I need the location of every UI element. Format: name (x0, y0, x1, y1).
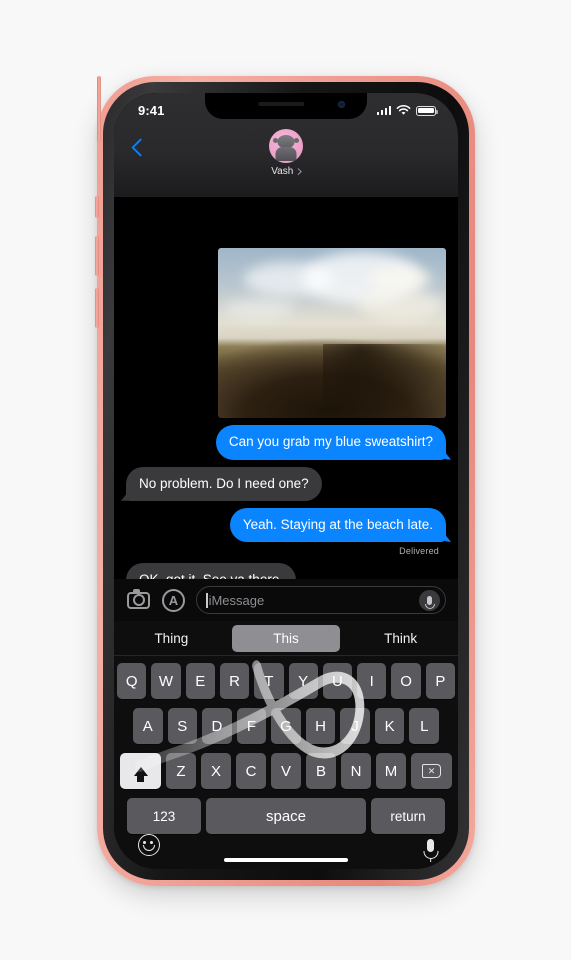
keyboard-row-2: A S D F G H J K L (117, 708, 455, 744)
app-store-icon: A (162, 588, 185, 612)
predictive-text-bar[interactable]: Thing This Think (114, 621, 458, 656)
app-store-button[interactable]: A (161, 588, 186, 613)
dune-shadow (322, 343, 446, 419)
key-f[interactable]: F (236, 708, 267, 744)
key-p[interactable]: P (425, 663, 455, 699)
key-i[interactable]: I (357, 663, 387, 699)
prediction-candidate-2[interactable]: Think (346, 625, 455, 652)
key-t[interactable]: T (254, 663, 284, 699)
camera-button[interactable] (126, 588, 151, 613)
photo-attachment[interactable] (218, 248, 446, 419)
status-icons (376, 105, 438, 116)
cloud-shape (368, 266, 432, 293)
delete-backspace-icon: ✕ (422, 764, 441, 778)
key-z[interactable]: Z (166, 753, 196, 789)
key-d[interactable]: D (202, 708, 232, 744)
on-screen-keyboard[interactable]: Thing This Think Q W E R T Y U I O P A S… (114, 621, 458, 869)
contact-name-label: Vash (271, 166, 294, 177)
message-row[interactable]: No problem. Do I need one? (126, 466, 446, 501)
earpiece-speaker (258, 102, 305, 106)
key-e[interactable]: E (185, 663, 215, 699)
key-u[interactable]: U (322, 663, 353, 699)
key-j[interactable]: J (340, 708, 370, 744)
text-caret (206, 592, 208, 608)
screenshot-canvas: Can you grab my blue sweatshirt? No prob… (0, 0, 571, 960)
delete-key[interactable]: ✕ (411, 753, 452, 789)
status-clock: 9:41 (138, 103, 165, 118)
key-h[interactable]: H (305, 708, 336, 744)
keyboard-row-3: Z X C V B N M ✕ (117, 753, 455, 789)
search-input-placeholder: iMessage (208, 592, 265, 608)
message-bubble-outgoing[interactable]: Can you grab my blue sweatshirt? (215, 425, 446, 460)
key-m[interactable]: M (376, 753, 406, 789)
notch (205, 93, 367, 119)
camera-icon (127, 588, 150, 609)
key-q[interactable]: Q (117, 663, 147, 699)
microphone-icon (427, 595, 432, 605)
key-w[interactable]: W (151, 663, 181, 699)
cellular-bars-icon (376, 106, 391, 115)
keyboard-rows: Q W E R T Y U I O P A S D F G H J K L Z … (114, 656, 458, 834)
back-chevron-icon[interactable] (131, 138, 150, 157)
key-y[interactable]: Y (288, 663, 318, 699)
memoji-ear-icon (294, 137, 299, 143)
silent-switch[interactable] (95, 196, 99, 218)
device-screen: Can you grab my blue sweatshirt? No prob… (114, 93, 458, 869)
message-row[interactable]: Can you grab my blue sweatshirt? (126, 425, 446, 460)
wifi-icon (396, 105, 411, 115)
key-r[interactable]: R (219, 663, 250, 699)
message-bubble-outgoing[interactable]: Yeah. Staying at the beach late. (229, 507, 446, 542)
message-input-bar[interactable]: A iMessage (114, 579, 458, 621)
key-o[interactable]: O (391, 663, 421, 699)
contact-header[interactable]: Vash (269, 129, 303, 177)
audio-message-button[interactable] (419, 589, 440, 611)
key-g[interactable]: G (271, 708, 301, 744)
key-b[interactable]: B (306, 753, 336, 789)
emoji-smiley-icon[interactable] (138, 834, 160, 856)
microphone-icon[interactable] (427, 838, 434, 852)
avatar[interactable] (269, 129, 303, 163)
key-k[interactable]: K (374, 708, 405, 744)
memoji-body-icon (275, 146, 297, 161)
message-row-photo[interactable] (126, 248, 446, 419)
iphone-device: Can you grab my blue sweatshirt? No prob… (95, 76, 475, 886)
cloud-shape (224, 298, 294, 321)
chevron-right-icon[interactable] (295, 168, 302, 175)
key-s[interactable]: S (167, 708, 198, 744)
contact-name-row[interactable]: Vash (271, 166, 302, 177)
key-x[interactable]: X (201, 753, 231, 789)
key-n[interactable]: N (341, 753, 371, 789)
volume-down-button[interactable] (95, 288, 99, 328)
key-v[interactable]: V (271, 753, 301, 789)
shift-arrow-icon (133, 766, 148, 782)
home-indicator-bar[interactable] (224, 857, 348, 862)
message-row[interactable]: Yeah. Staying at the beach late. (126, 507, 446, 542)
power-button[interactable] (97, 76, 101, 142)
shift-key[interactable] (120, 753, 161, 789)
battery-full-icon (416, 105, 438, 116)
message-bubble-incoming[interactable]: No problem. Do I need one? (126, 466, 322, 501)
delivery-status: Delivered (399, 545, 439, 556)
key-l[interactable]: L (409, 708, 440, 744)
cloud-shape (358, 290, 444, 321)
prediction-candidate-0[interactable]: Thing (117, 625, 226, 652)
volume-up-button[interactable] (95, 236, 99, 276)
key-a[interactable]: A (132, 708, 163, 744)
prediction-candidate-1[interactable]: This (231, 624, 341, 652)
front-camera-icon (338, 101, 345, 108)
keyboard-row-1: Q W E R T Y U I O P (117, 663, 455, 699)
key-c[interactable]: C (236, 753, 266, 789)
message-input-field[interactable]: iMessage (196, 586, 446, 614)
device-bezel: Can you grab my blue sweatshirt? No prob… (103, 82, 469, 880)
